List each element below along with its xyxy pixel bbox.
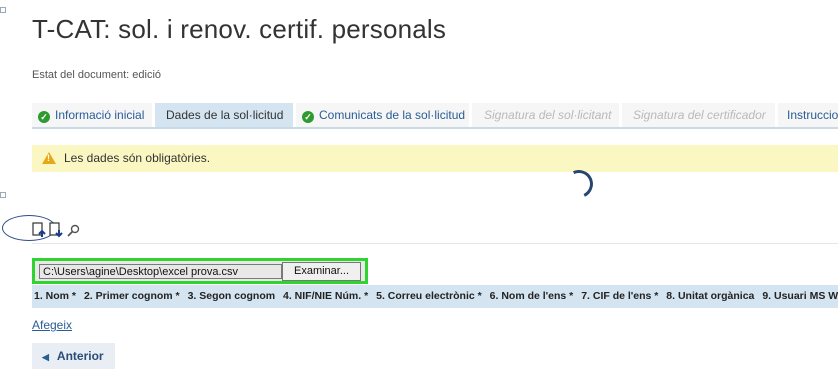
column-header: 2. Primer cognom * [83,290,180,302]
page-title: T-CAT: sol. i renov. certif. personals [32,14,447,44]
add-link[interactable]: Afegeix [32,318,72,332]
file-upload-box: C:\Users\agine\Desktop\excel prova.csv E… [32,258,368,284]
tab-comunicats[interactable]: ✓ Comunicats de la sol·licitud [296,103,469,127]
alert-banner: Les dades són obligatòries. [32,145,838,172]
document-state: Estat del document: edició [32,69,162,81]
tab-instruccions[interactable]: Instruccions [778,103,838,127]
upload-icon[interactable] [32,222,46,238]
check-icon: ✓ [38,111,50,123]
browse-button[interactable]: Examinar... [282,262,361,281]
tab-signatura-certificador: Signatura del certificador [622,103,775,127]
left-marker [0,7,6,13]
back-button[interactable]: ◀ Anterior [32,343,115,369]
highlight-ellipse [2,215,56,241]
column-header-row: 1. Nom * 2. Primer cognom * 3. Segon cog… [32,285,838,308]
column-header: 3. Segon cognom [187,290,276,302]
download-icon[interactable] [49,222,63,238]
file-path-input[interactable]: C:\Users\agine\Desktop\excel prova.csv [39,264,282,279]
column-header: 9. Usuari MS Win [762,290,838,302]
warning-icon [42,152,56,164]
column-header: 5. Correu electrònic * [376,290,482,302]
left-marker [0,192,6,198]
alert-text: Les dades són obligatòries. [64,151,211,165]
arrow-left-icon: ◀ [42,352,49,362]
column-header: 8. Unitat orgànica [666,290,755,302]
column-header: 4. NIF/NIE Núm. * [283,290,369,302]
tab-dades-solicitud[interactable]: Dades de la sol·licitud [155,103,293,127]
tab-informacio-inicial[interactable]: ✓ Informació inicial [32,103,152,127]
tab-bar: ✓ Informació inicial Dades de la sol·lici… [32,103,838,129]
column-header: 6. Nom de l'ens * [489,290,574,302]
column-header: 7. CIF de l'ens * [581,290,659,302]
divider [32,243,838,244]
check-icon: ✓ [302,111,314,123]
tab-signatura-solicitant: Signatura del sol·licitant [472,103,619,127]
column-header: 1. Nom * [34,290,77,302]
search-icon[interactable] [67,224,80,237]
